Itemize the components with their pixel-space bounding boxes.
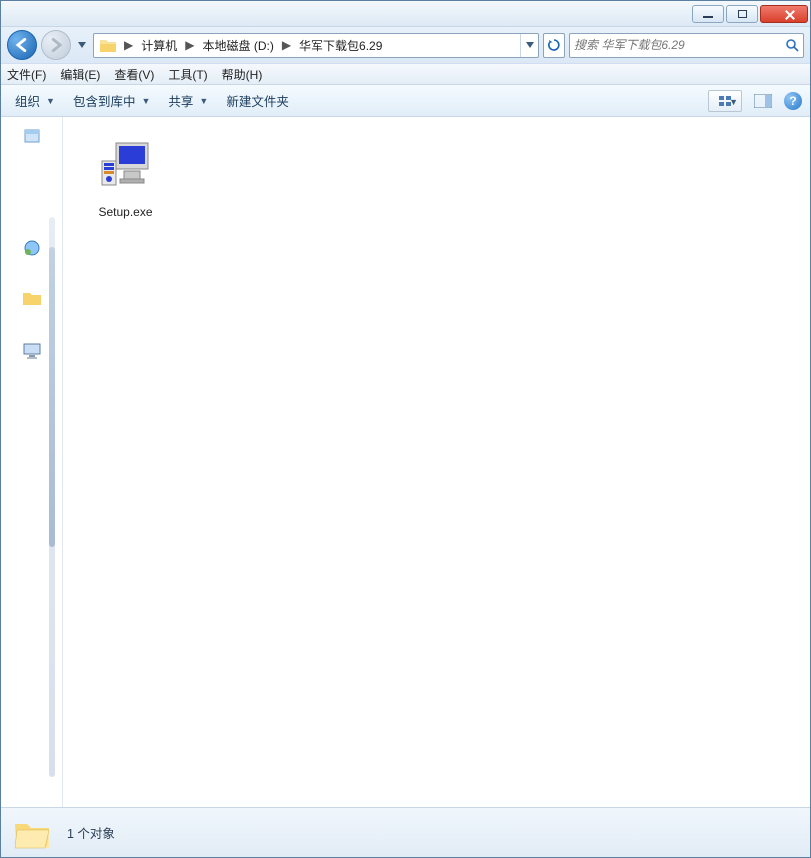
- maximize-button[interactable]: [726, 5, 758, 23]
- file-name: Setup.exe: [79, 205, 172, 219]
- file-list[interactable]: Setup.exe: [63, 117, 810, 807]
- forward-button[interactable]: [41, 30, 71, 60]
- folder-icon: [99, 36, 117, 54]
- new-folder-button[interactable]: 新建文件夹: [220, 89, 295, 112]
- titlebar[interactable]: [1, 1, 810, 27]
- history-dropdown[interactable]: [75, 35, 89, 55]
- breadcrumb-computer[interactable]: 计算机: [137, 37, 181, 54]
- network-icon[interactable]: [16, 239, 48, 261]
- status-summary: 1 个对象: [67, 823, 115, 842]
- menu-file[interactable]: 文件(F): [7, 66, 46, 83]
- explorer-window: ▶ 计算机 ▶ 本地磁盘 (D:) ▶ 华军下载包6.29 文件(F) 编辑(E…: [0, 0, 811, 858]
- favorites-icon[interactable]: [16, 127, 48, 149]
- include-library-button[interactable]: 包含到库中▼: [67, 89, 156, 112]
- status-folder-icon: [11, 812, 53, 854]
- search-input[interactable]: [574, 38, 785, 52]
- refresh-button[interactable]: [543, 33, 565, 58]
- search-box[interactable]: [569, 33, 804, 58]
- include-label: 包含到库中: [73, 91, 136, 110]
- computer-nav-icon[interactable]: [16, 343, 48, 365]
- breadcrumb-drive[interactable]: 本地磁盘 (D:): [198, 37, 277, 54]
- menu-tools[interactable]: 工具(T): [168, 66, 207, 83]
- menu-view[interactable]: 查看(V): [114, 66, 154, 83]
- nav-scrollbar[interactable]: [49, 217, 55, 777]
- setup-exe-icon: [94, 133, 158, 197]
- preview-pane-button[interactable]: [752, 90, 774, 112]
- status-bar: 1 个对象: [1, 807, 810, 857]
- search-icon[interactable]: [785, 38, 799, 52]
- chevron-right-icon[interactable]: ▶: [181, 38, 198, 52]
- organize-button[interactable]: 组织▼: [9, 89, 61, 112]
- content-area: Setup.exe: [1, 117, 810, 807]
- close-button[interactable]: [760, 5, 808, 23]
- chevron-right-icon[interactable]: ▶: [120, 38, 137, 52]
- nav-row: ▶ 计算机 ▶ 本地磁盘 (D:) ▶ 华军下载包6.29: [1, 27, 810, 63]
- address-bar[interactable]: ▶ 计算机 ▶ 本地磁盘 (D:) ▶ 华军下载包6.29: [93, 33, 539, 58]
- view-mode-button[interactable]: ▼: [708, 90, 742, 112]
- menu-edit[interactable]: 编辑(E): [60, 66, 100, 83]
- minimize-button[interactable]: [692, 5, 724, 23]
- chevron-right-icon[interactable]: ▶: [278, 38, 295, 52]
- address-dropdown[interactable]: [520, 34, 538, 57]
- share-label: 共享: [168, 91, 193, 110]
- organize-label: 组织: [15, 91, 40, 110]
- menu-help[interactable]: 帮助(H): [222, 66, 263, 83]
- menu-bar: 文件(F) 编辑(E) 查看(V) 工具(T) 帮助(H): [1, 63, 810, 85]
- help-button[interactable]: ?: [784, 92, 802, 110]
- nav-pane[interactable]: [1, 117, 63, 807]
- folder-nav-icon[interactable]: [16, 291, 48, 313]
- file-item[interactable]: Setup.exe: [73, 127, 178, 225]
- new-folder-label: 新建文件夹: [226, 91, 289, 110]
- breadcrumb-folder[interactable]: 华军下载包6.29: [295, 37, 386, 54]
- share-button[interactable]: 共享▼: [162, 89, 214, 112]
- back-button[interactable]: [7, 30, 37, 60]
- command-bar: 组织▼ 包含到库中▼ 共享▼ 新建文件夹 ▼ ?: [1, 85, 810, 117]
